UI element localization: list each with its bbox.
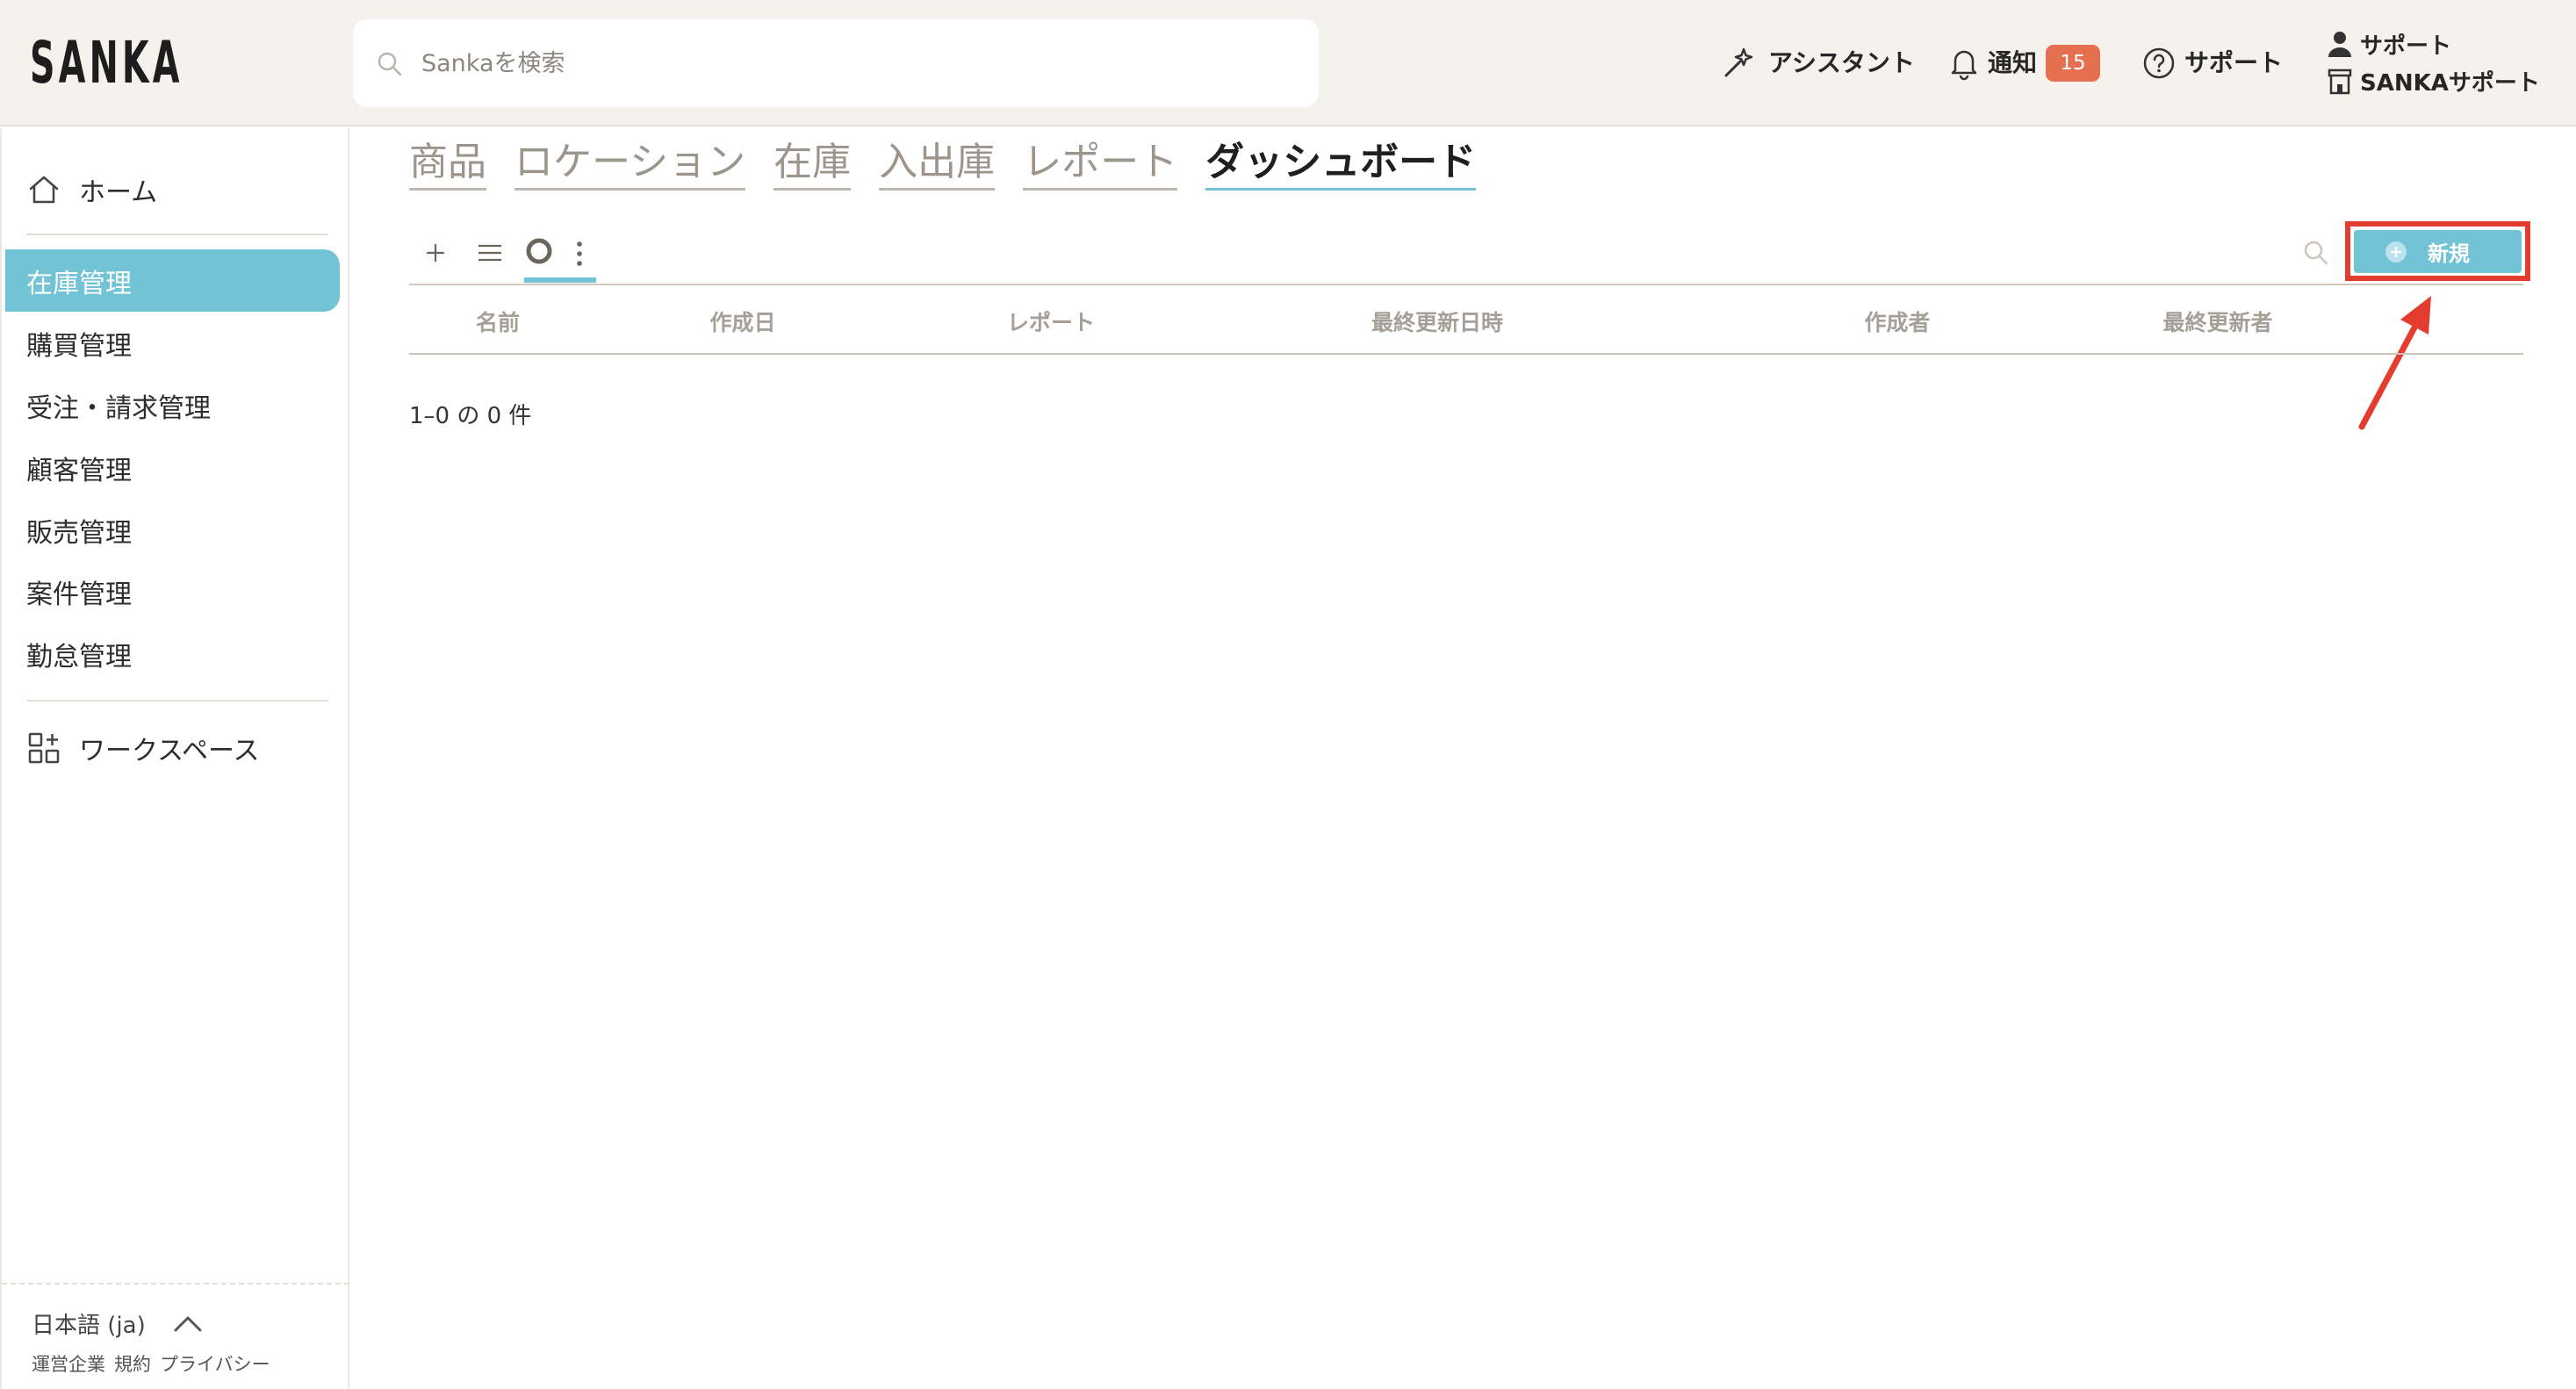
- sidebar-divider: [26, 234, 328, 235]
- sidebar: ホーム 在庫管理 購買管理 受注・請求管理 顧客管理 販売管理 案件管理 勤怠管…: [0, 128, 349, 1389]
- footer-link-company[interactable]: 運営企業: [32, 1350, 105, 1377]
- sidebar-footer-divider: [2, 1283, 349, 1285]
- app-logo[interactable]: SANKA: [30, 30, 183, 97]
- sidebar-item-inventory[interactable]: 在庫管理: [5, 249, 340, 312]
- footer-link-privacy[interactable]: プライバシー: [160, 1350, 270, 1377]
- search-input[interactable]: [421, 42, 1282, 84]
- account-user-name: サポート: [2360, 32, 2452, 60]
- tab-inbound-outbound[interactable]: 入出庫: [879, 140, 996, 191]
- add-view-icon[interactable]: [422, 240, 449, 266]
- language-label: 日本語 (ja): [32, 1312, 146, 1339]
- tab-products[interactable]: 商品: [409, 140, 486, 191]
- sidebar-item-orders-billing[interactable]: 受注・請求管理: [5, 374, 340, 436]
- sidebar-item-label: ホーム: [79, 176, 158, 208]
- tab-locations[interactable]: ロケーション: [514, 140, 746, 191]
- notifications-label: 通知: [1988, 48, 2038, 77]
- column-header-report[interactable]: レポート: [1007, 306, 1095, 337]
- new-button[interactable]: 新規: [2354, 230, 2522, 273]
- notification-count-badge: 15: [2046, 45, 2101, 82]
- tab-reports[interactable]: レポート: [1023, 140, 1178, 191]
- chevron-up-icon: [174, 1316, 202, 1332]
- home-icon: [29, 176, 59, 203]
- support-label: サポート: [2184, 48, 2284, 77]
- plus-circle-icon: [2385, 241, 2407, 263]
- tab-inventory[interactable]: 在庫: [774, 140, 852, 191]
- question-circle-icon: [2143, 47, 2175, 79]
- table-header-divider: [409, 353, 2523, 355]
- pagination-summary: 1–0 の 0 件: [409, 403, 532, 429]
- more-vertical-icon[interactable]: [571, 239, 588, 269]
- sidebar-item-label: 在庫管理: [26, 268, 132, 299]
- assistant-label: アシスタント: [1768, 48, 1915, 77]
- circle-view-icon[interactable]: [524, 236, 554, 266]
- sidebar-item-deals[interactable]: 案件管理: [5, 560, 340, 623]
- sidebar-item-attendance[interactable]: 勤怠管理: [5, 623, 340, 685]
- notifications-button[interactable]: 通知 15: [1947, 44, 2101, 83]
- sidebar-item-label: 購買管理: [26, 330, 132, 362]
- column-header-created-by[interactable]: 作成者: [1864, 306, 1930, 337]
- apps-grid-icon: [28, 732, 60, 763]
- column-header-updated-by[interactable]: 最終更新者: [2162, 306, 2272, 337]
- footer-links: 運営企業 規約 プライバシー: [32, 1350, 270, 1377]
- sidebar-item-customers[interactable]: 顧客管理: [5, 436, 340, 499]
- sidebar-item-label: ワークスペース: [79, 735, 260, 766]
- list-view-icon[interactable]: [476, 240, 504, 266]
- column-header-updated-at[interactable]: 最終更新日時: [1371, 306, 1503, 337]
- assistant-button[interactable]: アシスタント: [1721, 44, 1915, 83]
- support-button[interactable]: サポート: [2142, 44, 2283, 83]
- active-view-indicator: [524, 277, 596, 283]
- bell-icon: [1951, 50, 1977, 81]
- sidebar-item-label: 販売管理: [26, 517, 132, 549]
- account-workspace[interactable]: SANKAサポート: [2327, 65, 2540, 97]
- sidebar-item-label: 受注・請求管理: [26, 392, 211, 424]
- module-tabs: 商品 ロケーション 在庫 入出庫 レポート ダッシュボード: [409, 140, 1477, 191]
- top-header: SANKA アシスタント 通知 15 サポート: [0, 0, 2576, 126]
- account-user[interactable]: サポート: [2327, 28, 2451, 60]
- table-search-icon[interactable]: [2302, 239, 2330, 267]
- column-header-created-at[interactable]: 作成日: [709, 306, 775, 337]
- search-icon: [378, 52, 402, 76]
- account-workspace-name: SANKAサポート: [2360, 69, 2540, 97]
- sidebar-item-workspace[interactable]: ワークスペース: [5, 716, 340, 779]
- annotation-arrow: [2358, 296, 2431, 430]
- sidebar-item-sales[interactable]: 販売管理: [5, 499, 340, 561]
- sidebar-item-label: 案件管理: [26, 579, 132, 610]
- tab-dashboard[interactable]: ダッシュボード: [1205, 140, 1477, 191]
- sidebar-item-purchasing[interactable]: 購買管理: [5, 312, 340, 374]
- sidebar-item-label: 顧客管理: [26, 455, 132, 486]
- magic-wand-icon: [1724, 47, 1753, 77]
- column-header-name[interactable]: 名前: [476, 306, 520, 337]
- toolbar-divider: [409, 284, 2523, 285]
- building-icon: [2328, 68, 2352, 95]
- sidebar-item-label: 勤怠管理: [26, 641, 132, 673]
- sidebar-item-home[interactable]: ホーム: [5, 158, 340, 220]
- sidebar-divider: [26, 700, 328, 702]
- footer-link-terms[interactable]: 規約: [114, 1350, 151, 1377]
- new-button-label: 新規: [2428, 242, 2470, 266]
- global-search[interactable]: [353, 19, 1319, 107]
- user-icon: [2328, 32, 2351, 57]
- language-selector[interactable]: 日本語 (ja): [32, 1307, 204, 1339]
